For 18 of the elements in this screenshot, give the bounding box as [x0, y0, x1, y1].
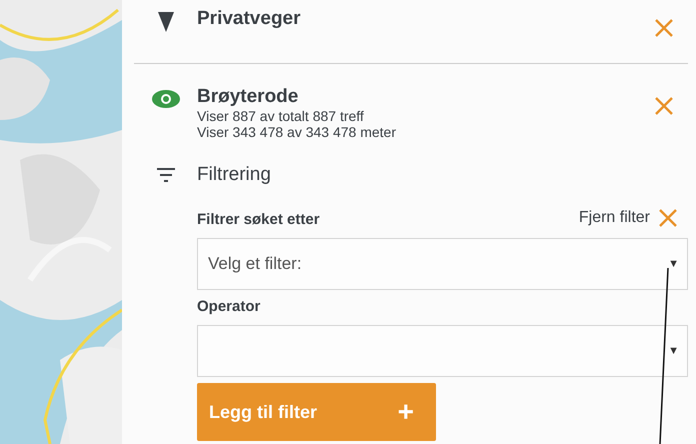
layer-title: Brøyterode [197, 86, 300, 108]
close-button[interactable] [654, 96, 674, 116]
layer-info: Viser 887 av totalt 887 treff [197, 108, 365, 124]
close-icon [654, 18, 674, 38]
layer-info: Viser 343 478 av 343 478 meter [197, 124, 397, 140]
close-icon [658, 208, 678, 228]
eye-icon[interactable] [152, 90, 180, 108]
field-label: Operator [197, 298, 262, 315]
filter-select[interactable]: Velg et filter: ▼ [197, 238, 688, 290]
field-label: Filtrer søket etter [197, 211, 320, 228]
operator-select[interactable]: ▼ [197, 325, 688, 377]
pin-icon [158, 12, 174, 32]
close-icon [654, 96, 674, 116]
remove-filter-button[interactable]: Fjern filter [578, 208, 678, 228]
section-title: Filtrering [197, 164, 272, 186]
layer-title: Privatveger [197, 8, 302, 30]
filter-icon [156, 168, 174, 182]
close-button[interactable] [654, 18, 674, 38]
